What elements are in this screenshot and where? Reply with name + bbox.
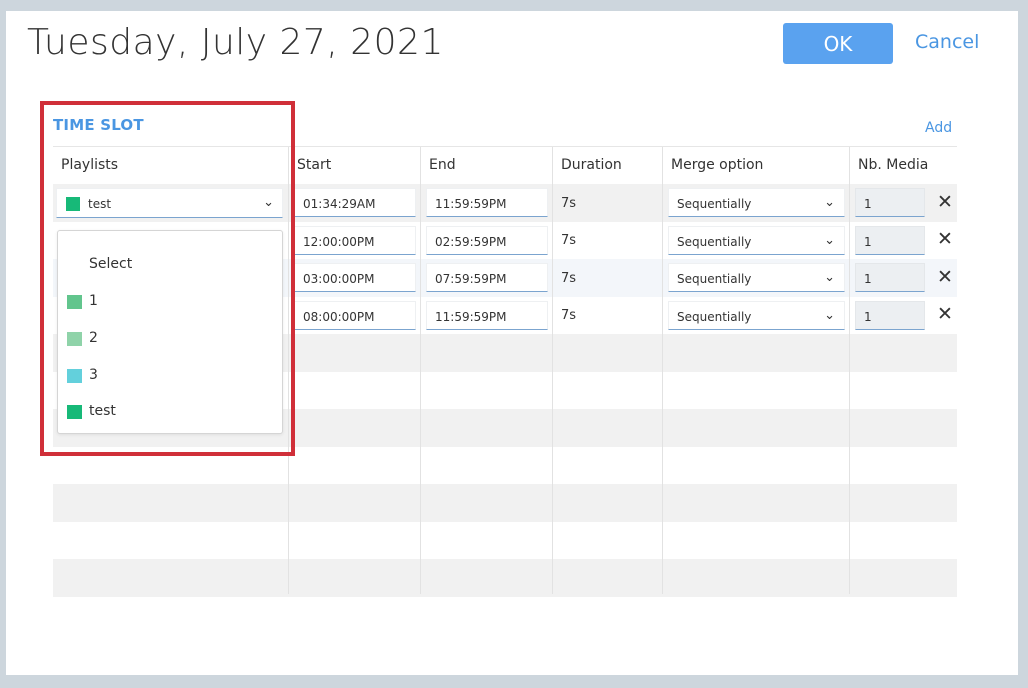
column-header-duration: Duration (561, 157, 622, 173)
duration-value: 7s (561, 233, 577, 248)
column-header-nb-media: Nb. Media (858, 157, 929, 173)
table-row (53, 522, 957, 560)
nb-media-input[interactable]: 1 (855, 188, 925, 217)
start-time-input[interactable]: 01:34:29AM (294, 188, 416, 217)
start-time-input[interactable]: 08:00:00PM (294, 300, 416, 330)
chevron-down-icon: ⌄ (824, 232, 835, 248)
duration-value: 7s (561, 196, 577, 211)
start-time-input[interactable]: 12:00:00PM (294, 225, 416, 255)
highlight-frame (40, 101, 295, 456)
close-icon[interactable]: ✕ (937, 230, 953, 249)
column-header-start: Start (297, 157, 332, 173)
chevron-down-icon: ⌄ (824, 307, 835, 323)
end-time-input[interactable]: 11:59:59PM (426, 188, 548, 217)
merge-option-value: Sequentially (677, 197, 752, 211)
nb-media-input[interactable]: 1 (855, 225, 925, 255)
chevron-down-icon: ⌄ (824, 270, 835, 285)
merge-option-value: Sequentially (677, 272, 752, 286)
merge-option-select[interactable]: Sequentially ⌄ (668, 188, 845, 217)
table-row (53, 559, 957, 597)
column-divider (552, 147, 553, 594)
merge-option-value: Sequentially (677, 309, 752, 324)
end-time-input[interactable]: 02:59:59PM (426, 225, 548, 255)
nb-media-input[interactable]: 1 (855, 263, 925, 292)
merge-option-select[interactable]: Sequentially ⌄ (668, 300, 845, 330)
merge-option-select[interactable]: Sequentially ⌄ (668, 225, 845, 255)
start-time-input[interactable]: 03:00:00PM (294, 263, 416, 292)
chevron-down-icon: ⌄ (824, 195, 835, 210)
merge-option-select[interactable]: Sequentially ⌄ (668, 263, 845, 292)
ok-button[interactable]: OK (783, 23, 893, 64)
merge-option-value: Sequentially (677, 234, 752, 249)
end-time-input[interactable]: 11:59:59PM (426, 300, 548, 330)
column-header-merge: Merge option (671, 157, 764, 173)
cancel-button[interactable]: Cancel (915, 31, 979, 53)
column-divider (849, 147, 850, 594)
table-row (53, 484, 957, 522)
duration-value: 7s (561, 271, 577, 286)
add-button[interactable]: Add (925, 120, 952, 136)
end-time-input[interactable]: 07:59:59PM (426, 263, 548, 292)
column-header-end: End (429, 157, 456, 173)
page-title: Tuesday, July 27, 2021 (27, 22, 444, 63)
column-divider (420, 147, 421, 594)
nb-media-input[interactable]: 1 (855, 300, 925, 330)
close-icon[interactable]: ✕ (937, 193, 953, 212)
close-icon[interactable]: ✕ (937, 268, 953, 287)
duration-value: 7s (561, 308, 577, 323)
close-icon[interactable]: ✕ (937, 305, 953, 324)
column-divider (662, 147, 663, 594)
